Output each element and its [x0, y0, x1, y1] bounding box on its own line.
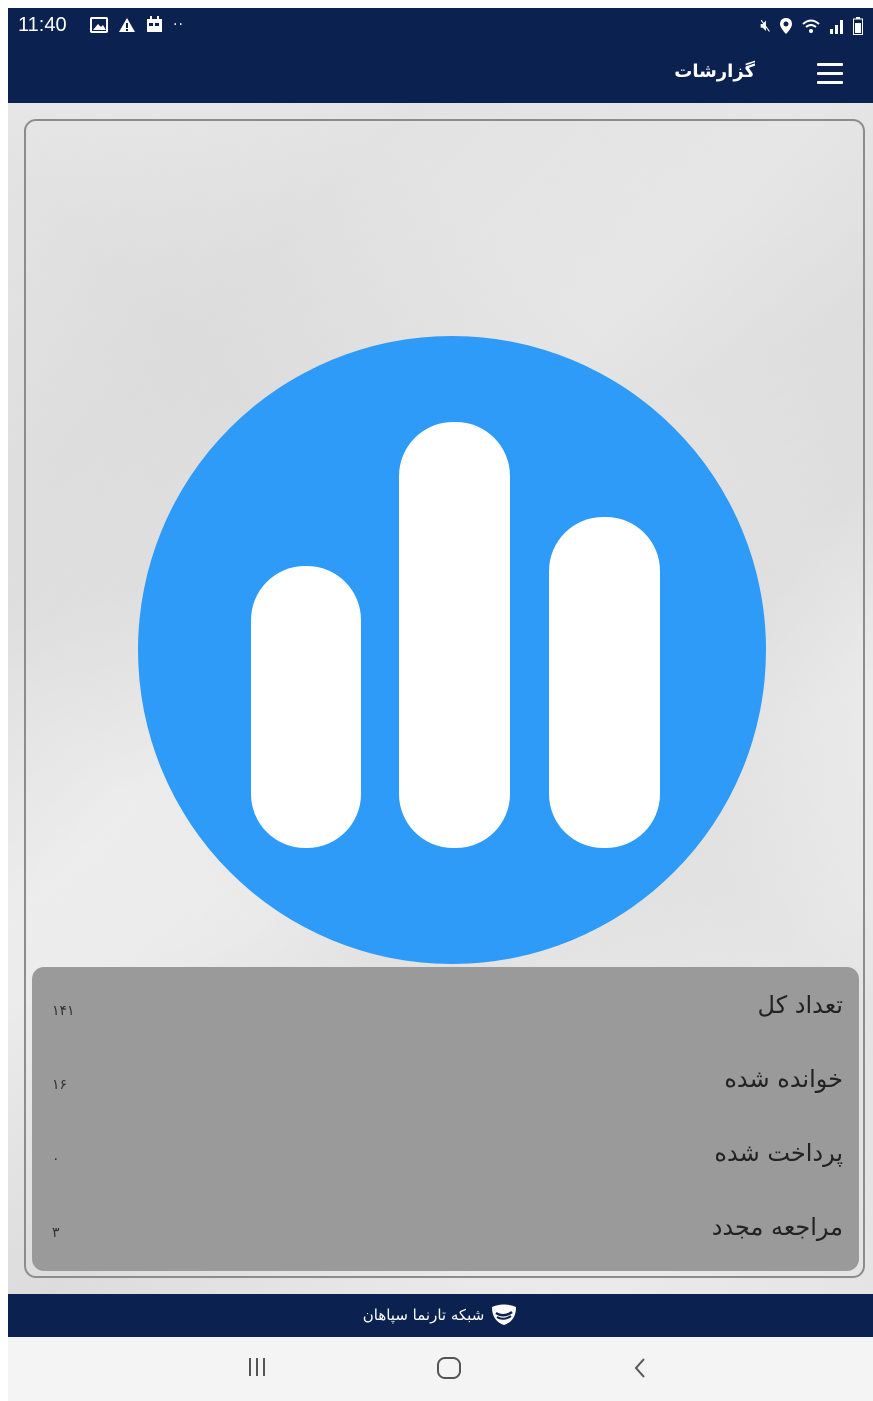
stat-row-paid: پرداخت شده ۰ [32, 1125, 859, 1185]
icon-bar-left [251, 566, 361, 848]
stat-row-revisit: مراجعه مجدد ۳ [32, 1199, 859, 1259]
handshake-logo-icon [492, 1304, 517, 1325]
more-dots-icon: ·· [173, 16, 184, 33]
stat-value: ۳ [52, 1225, 60, 1241]
stat-label: خوانده شده [724, 1065, 843, 1093]
calendar-icon [147, 16, 162, 32]
home-icon[interactable] [436, 1355, 462, 1381]
location-icon [780, 18, 792, 34]
stat-row-read: خوانده شده ۱۶ [32, 1051, 859, 1111]
system-nav-bar [8, 1337, 873, 1401]
status-time: 11:40 [18, 14, 67, 36]
stat-value: ۰ [52, 1151, 60, 1167]
footer-brand-text: شبکه تارنما سپاهان [362, 1306, 485, 1324]
back-icon[interactable] [632, 1355, 648, 1381]
stat-value: ۱۴۱ [52, 1003, 75, 1019]
battery-icon [853, 17, 863, 35]
content-area: تعداد کل ۱۴۱ خوانده شده ۱۶ پرداخت شده ۰ … [8, 103, 873, 1294]
signal-icon [830, 20, 843, 34]
app-bar: گزارشات [8, 44, 873, 103]
bar-chart-icon [138, 336, 766, 964]
stat-label: تعداد کل [757, 991, 843, 1019]
stat-label: پرداخت شده [714, 1139, 843, 1167]
icon-bar-right [549, 517, 660, 848]
recent-apps-icon[interactable] [246, 1355, 268, 1379]
stats-panel: تعداد کل ۱۴۱ خوانده شده ۱۶ پرداخت شده ۰ … [32, 967, 859, 1271]
warning-icon [119, 17, 135, 32]
hamburger-menu-icon[interactable] [817, 63, 843, 84]
mute-icon: 🔇︎ [760, 16, 771, 36]
stat-row-total: تعداد کل ۱۴۱ [32, 977, 859, 1037]
image-icon [90, 16, 108, 33]
footer-brand-bar: شبکه تارنما سپاهان [8, 1294, 873, 1337]
wifi-icon [802, 19, 820, 33]
page-title: گزارشات [674, 61, 755, 82]
status-bar: 11:40 ·· 🔇︎ [8, 8, 873, 44]
icon-bar-middle [399, 422, 510, 848]
stat-value: ۱۶ [52, 1077, 68, 1093]
stat-label: مراجعه مجدد [711, 1213, 843, 1241]
